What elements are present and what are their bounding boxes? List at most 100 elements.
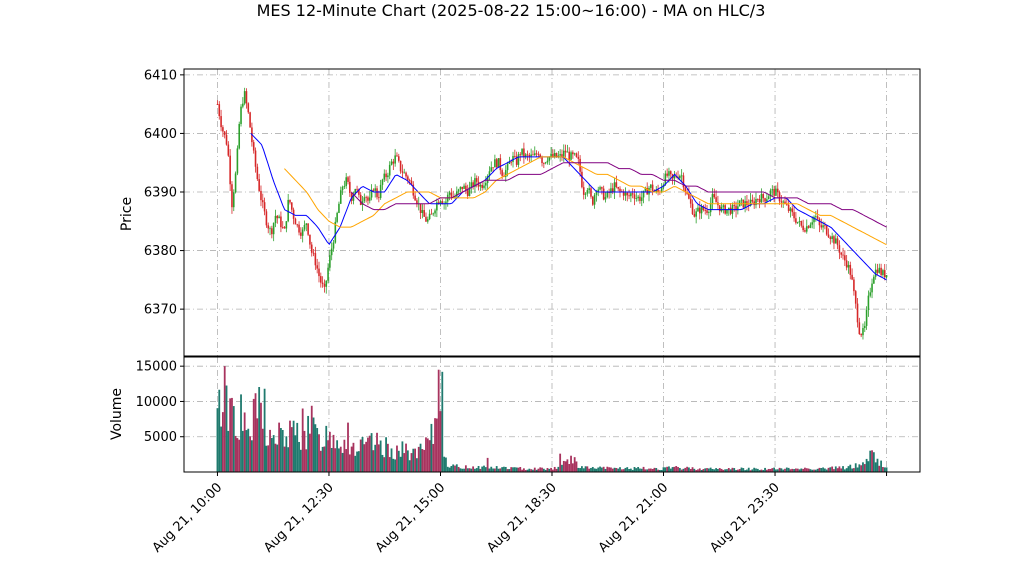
candle-body [873,276,875,284]
volume-bar [223,366,226,472]
volume-bar [637,466,640,472]
volume-bar [299,449,302,472]
candle-body [827,234,830,238]
candle-body [586,190,589,194]
volume-bar [328,431,331,472]
candle-body [470,182,473,188]
volume-bar [642,466,645,472]
volume-bar [377,444,380,472]
volume-bar [727,468,730,472]
volume-bar [379,440,382,472]
candle-body [343,185,346,187]
volume-bar [352,442,355,472]
volume-bar [316,428,319,472]
candle-body [325,280,328,287]
candle-body [842,254,844,256]
candle-body [789,208,792,211]
candle-body [434,210,436,214]
candle-body [466,190,469,196]
candle-body [327,267,329,281]
volume-bar [251,440,253,472]
volume-bar [310,405,313,472]
volume-bar [611,468,614,472]
volume-bar [624,467,627,472]
volume-bar [688,467,690,472]
volume-bar [392,458,395,472]
volume-bar [664,467,667,472]
volume-bar [597,467,600,472]
volume-bar [334,448,337,472]
volume-bar [533,467,536,472]
candle-body [225,134,228,145]
volume-bar [387,443,389,472]
candle-body [602,188,605,200]
candle-body [590,188,592,197]
candle-body [816,216,819,219]
volume-bar [477,466,480,472]
volume-bar [629,468,632,472]
volume-bar [718,468,721,472]
volume-bar [610,467,612,472]
volume-bar [439,411,442,472]
volume-bar [677,467,679,472]
candle-body [222,127,224,132]
candle-body [532,154,534,156]
volume-bar [448,467,451,472]
volume-bar [426,438,429,472]
volume-bar [278,422,281,472]
candle-body [356,188,358,190]
volume-bar [880,460,883,472]
candle-body [267,225,270,229]
candle-body [426,219,429,222]
volume-bar [860,465,863,472]
volume-bar [484,467,487,472]
volume-bar [709,467,712,472]
volume-bar [296,422,299,472]
volume-bar [272,435,275,472]
candle-body [640,197,643,201]
candle-body [775,188,777,196]
volume-bar [517,467,520,472]
candle-body [289,199,291,203]
candle-body [320,276,322,283]
volume-bar [686,466,688,472]
candle-body [376,188,378,198]
volume-bar [867,461,870,472]
price-tick-label: 6380 [144,244,177,259]
candle-body [845,260,848,268]
candle-body [256,166,259,180]
volume-bar [397,450,400,472]
candle-body [485,183,487,186]
volume-bar [441,371,444,472]
candle-body [519,154,522,156]
volume-axis: 5000 10000 15000 [136,360,184,445]
volume-bar [390,448,393,472]
volume-bar [367,437,369,472]
volume-bar [243,412,246,472]
volume-bar [234,435,237,472]
candle-body [394,155,396,164]
candle-body [639,196,641,201]
volume-bar [309,433,311,472]
volume-bar [423,449,426,472]
candle-body [568,151,571,160]
volume-bar [666,466,669,472]
candle-body [805,226,808,232]
volume-bar [269,429,271,472]
candle-body [588,188,590,191]
candle-body [396,155,398,157]
volume-bar [522,468,525,472]
price-tick-label: 6370 [144,303,177,318]
candle-body [397,156,400,161]
volume-bar [298,441,300,472]
volume-bar [573,457,576,472]
candle-body [483,185,485,188]
volume-bar [874,462,877,472]
volume-bar [372,450,375,472]
candle-body [495,159,498,168]
candle-body [490,167,493,172]
candle-body [300,232,302,236]
candle-body [840,252,843,255]
candle-body [421,210,424,214]
candle-body [383,173,386,180]
